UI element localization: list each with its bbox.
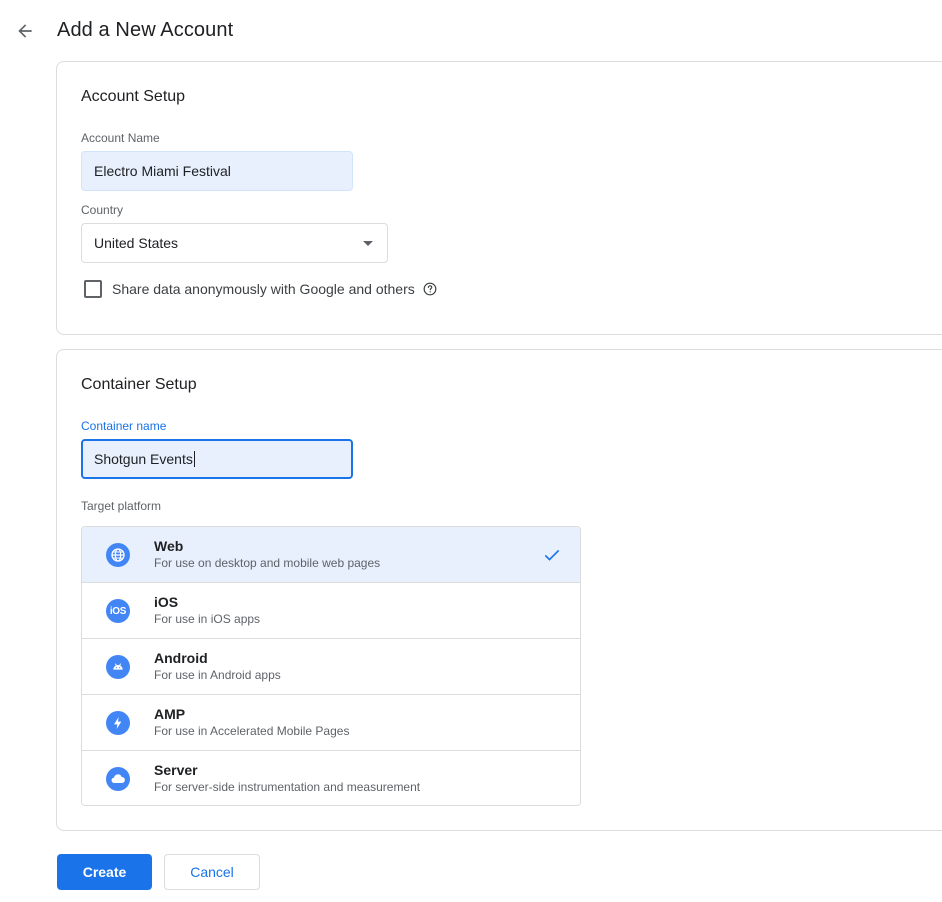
country-select-value: United States	[94, 235, 179, 251]
cloud-icon	[106, 767, 130, 791]
platform-name: Server	[154, 762, 198, 778]
platform-name: Android	[154, 650, 208, 666]
add-account-page: Add a New Account Account Setup Account …	[0, 0, 942, 902]
checkmark-icon	[544, 549, 560, 561]
help-icon[interactable]	[423, 282, 437, 296]
container-name-label: Container name	[81, 419, 167, 433]
back-button[interactable]	[12, 18, 38, 44]
cancel-button[interactable]: Cancel	[164, 854, 260, 890]
platform-name: iOS	[154, 594, 179, 610]
country-select[interactable]: United States	[81, 223, 388, 263]
account-setup-title: Account Setup	[81, 88, 186, 105]
platform-description: For use in Android apps	[154, 668, 281, 682]
account-name-input[interactable]	[81, 151, 353, 191]
ios-icon: iOS	[106, 599, 130, 623]
share-data-row: Share data anonymously with Google and o…	[84, 280, 437, 298]
platform-option-server[interactable]: Server For server-side instrumentation a…	[82, 751, 580, 805]
account-setup-card: Account Setup Account Name Country Unite…	[56, 61, 942, 335]
platform-description: For use in Accelerated Mobile Pages	[154, 724, 350, 738]
platform-description: For use on desktop and mobile web pages	[154, 556, 381, 570]
page-title: Add a New Account	[57, 19, 234, 41]
platform-option-web[interactable]: Web For use on desktop and mobile web pa…	[82, 527, 580, 583]
arrow-back-icon	[18, 24, 32, 38]
platform-name: Web	[154, 538, 184, 554]
android-icon	[106, 655, 130, 679]
container-setup-title: Container Setup	[81, 376, 197, 393]
platform-option-amp[interactable]: AMP For use in Accelerated Mobile Pages	[82, 695, 580, 751]
platform-description: For use in iOS apps	[154, 612, 261, 626]
container-name-input[interactable]: Shotgun Events	[81, 439, 353, 479]
share-data-label: Share data anonymously with Google and o…	[112, 281, 415, 297]
target-platform-label: Target platform	[81, 499, 162, 513]
container-setup-card: Container Setup Container name Shotgun E…	[56, 349, 942, 831]
platform-option-ios[interactable]: iOS iOS For use in iOS apps	[82, 583, 580, 639]
platform-option-android[interactable]: Android For use in Android apps	[82, 639, 580, 695]
globe-icon	[106, 543, 130, 567]
country-label: Country	[81, 203, 124, 217]
container-name-value: Shotgun Events	[94, 451, 193, 467]
dropdown-arrow-icon	[363, 240, 373, 246]
platform-description: For server-side instrumentation and meas…	[154, 780, 421, 794]
platform-list: Web For use on desktop and mobile web pa…	[81, 526, 581, 806]
bolt-icon	[106, 711, 130, 735]
platform-name: AMP	[154, 706, 186, 722]
share-data-checkbox[interactable]	[84, 280, 102, 298]
create-button[interactable]: Create	[57, 854, 152, 890]
text-caret	[193, 451, 195, 467]
account-name-label: Account Name	[81, 131, 160, 145]
